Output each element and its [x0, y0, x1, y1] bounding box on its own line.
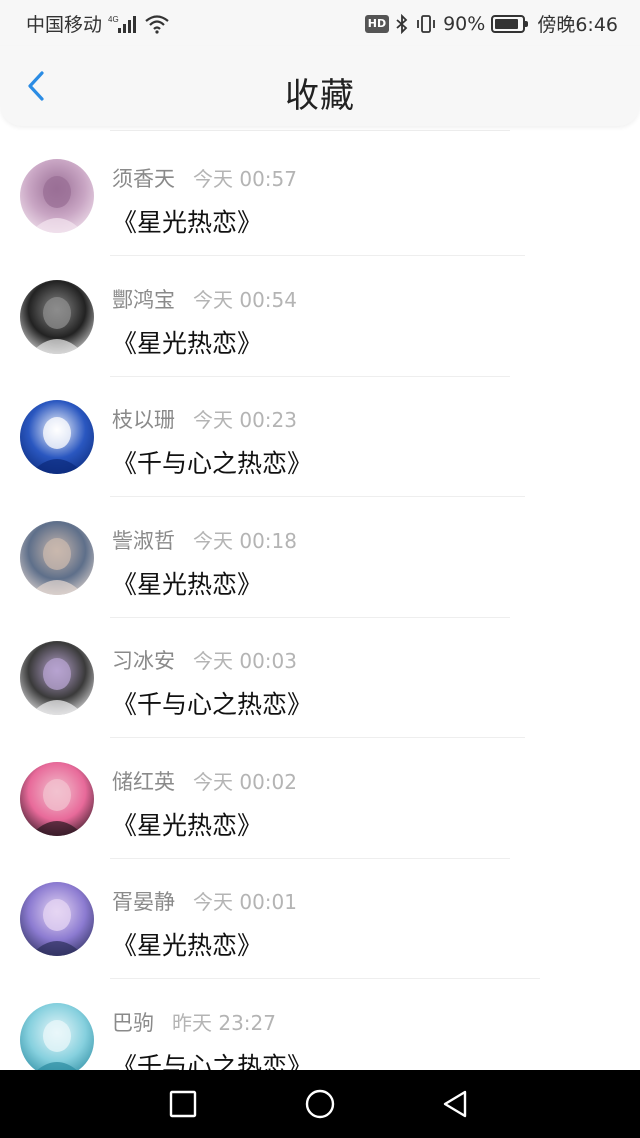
- user-name: 须香天 今天 00:57: [112, 163, 297, 193]
- timestamp: 昨天 23:27: [172, 1010, 276, 1035]
- hd-badge: HD: [364, 14, 390, 33]
- favorite-title: 《星光热恋》: [112, 569, 263, 599]
- status-bar-left: 中国移动 4G: [26, 10, 170, 37]
- square-icon: [169, 1090, 197, 1118]
- user-name-text: 胥晏静: [112, 890, 175, 914]
- list-item[interactable]: 枝以珊 今天 00:23 《千与心之热恋》: [0, 372, 640, 497]
- status-bar-right: HD 90% 傍晚6:46: [364, 10, 618, 37]
- user-name: 枝以珊 今天 00:23: [112, 404, 297, 434]
- timestamp: 今天 00:23: [193, 408, 297, 432]
- recent-apps-button[interactable]: [163, 1084, 203, 1124]
- carrier-label: 中国移动: [26, 14, 103, 36]
- network-type-label: 4G: [108, 15, 119, 24]
- battery-percent: 90%: [443, 12, 486, 35]
- timestamp: 今天 00:57: [193, 167, 297, 191]
- user-name: 訾淑哲 今天 00:18: [112, 525, 297, 555]
- avatar[interactable]: [20, 279, 94, 354]
- home-button[interactable]: [300, 1084, 340, 1124]
- favorite-title: 《千与心之热恋》: [112, 1051, 313, 1071]
- avatar[interactable]: [20, 159, 94, 233]
- favorite-title: 《千与心之热恋》: [112, 449, 313, 478]
- timestamp: 今天 00:02: [193, 769, 297, 794]
- timestamp: 今天 00:18: [193, 528, 297, 553]
- user-name-text: 巴驹: [112, 1010, 154, 1035]
- list-item[interactable]: 胥晏静 今天 00:01 《星光热恋》: [0, 854, 640, 979]
- timestamp: 今天 00:54: [193, 287, 297, 312]
- favorite-title: 《千与心之热恋》: [112, 690, 313, 719]
- avatar[interactable]: [20, 520, 94, 595]
- nav-back-button[interactable]: [435, 1084, 475, 1124]
- avatar[interactable]: [20, 1002, 94, 1070]
- favorite-title: 《星光热恋》: [112, 208, 263, 237]
- wifi-icon: [144, 14, 170, 34]
- battery-level: [495, 18, 519, 29]
- user-name-text: 习冰安: [112, 649, 175, 673]
- timestamp: 今天 00:03: [193, 649, 297, 673]
- triangle-back-icon: [443, 1090, 467, 1118]
- battery-outline: [491, 14, 529, 33]
- list-item[interactable]: 储红英 今天 00:02 《星光热恋》: [0, 734, 640, 859]
- avatar[interactable]: [20, 882, 94, 956]
- favorite-title: 《星光热恋》: [112, 328, 263, 358]
- user-name-text: 须香天: [112, 167, 175, 191]
- favorites-list[interactable]: 须香天 今天 00:57 《星光热恋》 酆鸿宝 今天 00:54 《星光热恋》 枝以珊 今天 …: [0, 126, 640, 1070]
- list-item[interactable]: 须香天 今天 00:57 《星光热恋》: [0, 131, 640, 256]
- status-bar: 中国移动 4G HD 90% 傍晚6:46: [0, 0, 640, 46]
- header: 收藏: [0, 46, 640, 126]
- avatar[interactable]: [20, 761, 94, 836]
- circle-icon: [305, 1089, 335, 1119]
- list-item[interactable]: 习冰安 今天 00:03 《千与心之热恋》: [0, 613, 640, 738]
- user-name: 酆鸿宝 今天 00:54: [112, 284, 297, 314]
- cellular-signal-icon: 4G: [108, 14, 138, 34]
- timestamp: 今天 00:01: [193, 890, 297, 914]
- user-name-text: 酆鸿宝: [112, 287, 175, 312]
- vibrate-icon: [415, 14, 437, 34]
- user-name: 巴驹 昨天 23:27: [112, 1007, 276, 1037]
- system-nav-bar: [0, 1070, 640, 1138]
- list-item[interactable]: 訾淑哲 今天 00:18 《星光热恋》: [0, 493, 640, 618]
- user-name-text: 訾淑哲: [112, 528, 175, 553]
- user-name: 胥晏静 今天 00:01: [112, 886, 297, 916]
- favorite-title: 《星光热恋》: [112, 810, 263, 840]
- user-name: 习冰安 今天 00:03: [112, 645, 297, 675]
- list-item[interactable]: 酆鸿宝 今天 00:54 《星光热恋》: [0, 252, 640, 377]
- avatar[interactable]: [20, 641, 94, 715]
- favorite-title: 《星光热恋》: [112, 931, 263, 960]
- user-name: 储红英 今天 00:02: [112, 766, 297, 796]
- battery-icon: [491, 14, 529, 33]
- bluetooth-icon: [395, 13, 409, 34]
- user-name-text: 枝以珊: [112, 408, 175, 432]
- avatar[interactable]: [20, 400, 94, 474]
- page-title: 收藏: [285, 76, 355, 116]
- user-name-text: 储红英: [112, 769, 175, 794]
- clock: 傍晚6:46: [537, 14, 618, 36]
- list-item[interactable]: 巴驹 昨天 23:27 《千与心之热恋》: [0, 975, 640, 1071]
